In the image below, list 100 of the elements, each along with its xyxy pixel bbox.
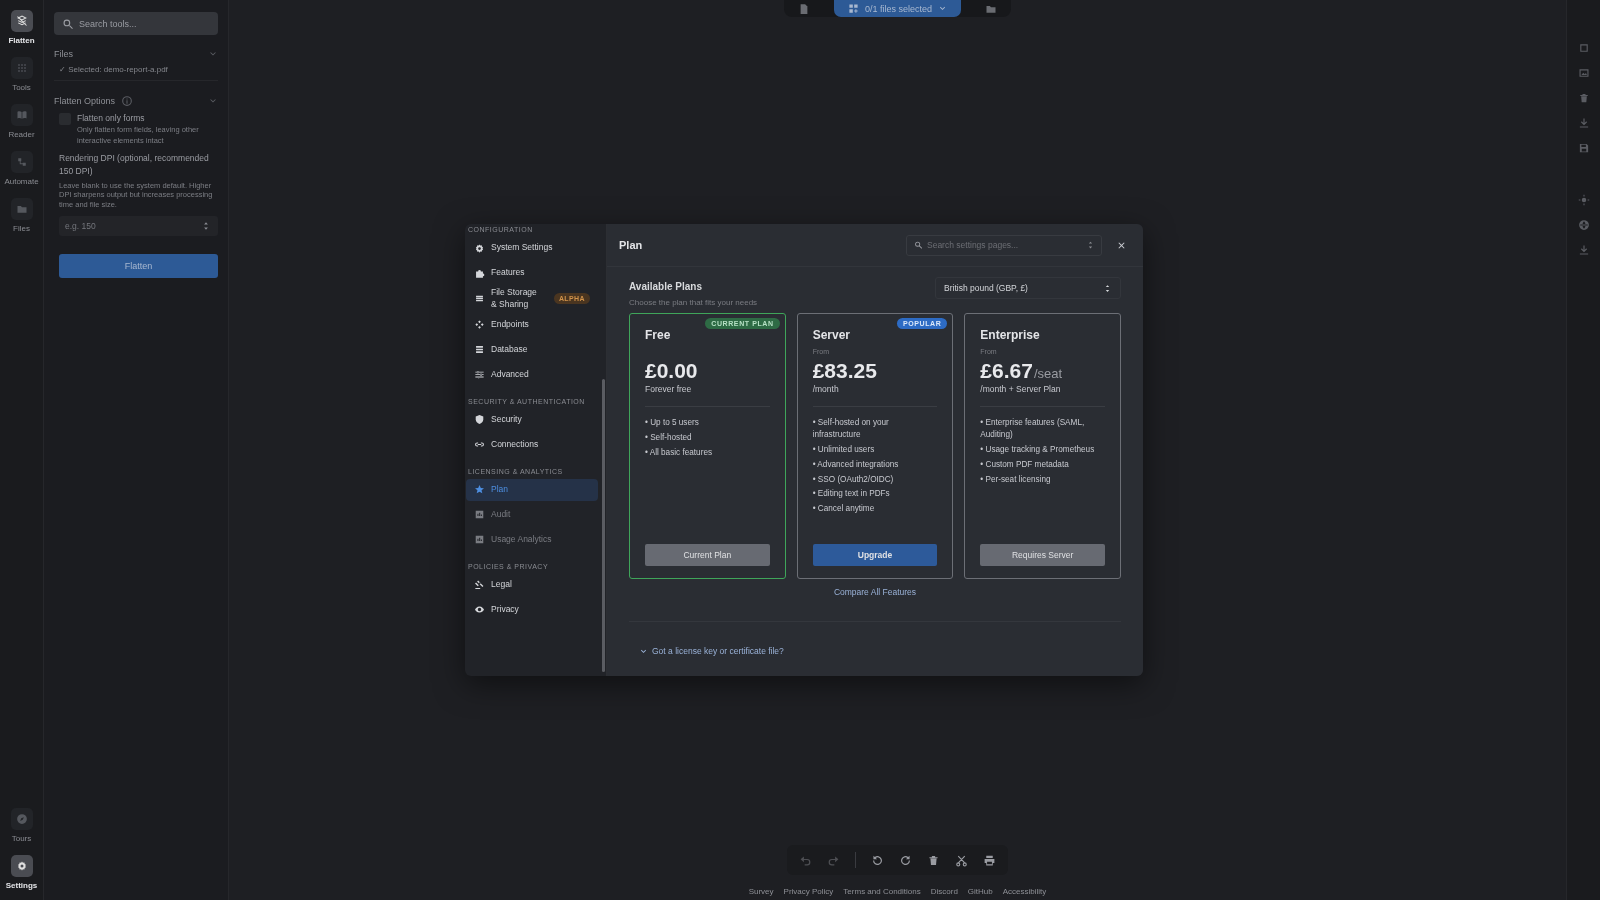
endpoints-icon <box>474 319 485 331</box>
eye-icon <box>474 604 485 616</box>
settings-nav-item[interactable]: Legal <box>466 573 598 596</box>
database-icon <box>474 344 485 356</box>
image-icon[interactable] <box>1577 67 1590 79</box>
feature-item: • Cancel anytime <box>812 503 876 516</box>
section-title: Available Plans <box>629 281 703 292</box>
puzzle-icon <box>474 267 485 279</box>
scissors-icon[interactable] <box>955 853 968 867</box>
book-icon <box>15 109 28 121</box>
rail-item[interactable]: Reader <box>0 104 44 139</box>
chart-icon <box>474 534 485 546</box>
plan-button[interactable]: Upgrade <box>812 544 938 566</box>
rail-item[interactable]: Automate <box>0 151 44 186</box>
settings-nav-item[interactable]: Endpoints <box>466 313 598 336</box>
checkbox-label: Flatten only forms <box>77 113 146 123</box>
settings-nav-item[interactable]: System Settings <box>466 237 598 259</box>
number-field[interactable]: e.g. 150 <box>59 215 218 236</box>
trash-icon[interactable] <box>927 853 940 867</box>
field-label: Rendering DPI (optional, recommended 150 DPI) <box>59 152 210 178</box>
rotate-left-icon[interactable] <box>871 853 884 867</box>
trash-icon[interactable] <box>1577 92 1590 104</box>
folder-icon <box>15 203 28 215</box>
feature-item: • SSO (OAuth2/OIDC) <box>812 473 895 486</box>
files-selected-button[interactable]: 0/1 files selected <box>833 0 961 17</box>
flatten-button[interactable]: Flatten <box>59 253 218 278</box>
feature-item: • Self-hosted <box>645 431 693 444</box>
chart-icon <box>474 509 485 521</box>
sliders-icon <box>474 369 485 381</box>
rail-item[interactable]: Files <box>0 198 44 233</box>
rail-item[interactable]: Tours <box>0 808 44 843</box>
save-icon[interactable] <box>1577 142 1590 154</box>
search-icon <box>914 240 923 250</box>
section-title: Files <box>54 49 73 59</box>
feature-item: • All basic features <box>645 446 714 459</box>
chevron-icon <box>938 4 947 13</box>
footer-link[interactable]: Accessibility <box>1002 887 1047 896</box>
printer-icon[interactable] <box>983 853 996 867</box>
settings-nav-item[interactable]: Privacy <box>466 598 598 621</box>
plan-name: Free <box>645 328 672 342</box>
compare-link[interactable]: Compare All Features <box>833 587 917 597</box>
feature-item: • Per-seat licensing <box>980 473 1052 486</box>
rail-item[interactable]: Flatten <box>0 10 44 45</box>
star-icon <box>474 484 485 496</box>
footer-link[interactable]: Terms and Conditions <box>843 887 921 896</box>
settings-nav-item[interactable]: Security <box>466 408 598 431</box>
settings-nav-item[interactable]: Plan <box>466 478 598 501</box>
updown-icon <box>1103 283 1112 293</box>
feature-item: • Self-hosted on your infrastructure <box>812 417 890 441</box>
plan-price: £83.25 <box>812 359 877 383</box>
plan-button[interactable]: Current Plan <box>645 544 770 566</box>
download-icon[interactable] <box>1577 244 1590 256</box>
grid-icon <box>15 62 28 74</box>
feature-item: • Custom PDF metadata <box>980 458 1070 471</box>
plan-price: £6.67 <box>980 359 1033 383</box>
shield-icon <box>474 414 485 426</box>
feature-item: • Unlimited users <box>812 443 876 456</box>
plan-name: Enterprise <box>980 328 1041 342</box>
gear-icon <box>474 242 485 254</box>
settings-nav-item[interactable]: Database <box>466 338 598 361</box>
currency-select[interactable]: British pound (GBP, £) <box>935 277 1121 299</box>
globe-icon[interactable] <box>1577 219 1590 231</box>
feature-item: • Up to 5 users <box>645 417 700 429</box>
info-icon[interactable] <box>121 95 134 107</box>
feature-item: • Enterprise features (SAML, Auditing) <box>980 417 1086 441</box>
updown-icon <box>1086 240 1095 250</box>
settings-nav-item[interactable]: Features <box>466 262 598 284</box>
rail-item[interactable]: Tools <box>0 57 44 92</box>
footer-link[interactable]: Privacy Policy <box>783 887 834 896</box>
gavel-icon <box>474 579 485 591</box>
section-subtitle: Choose the plan that fits your needs <box>629 298 758 307</box>
feature-item: • Usage tracking & Prometheus <box>980 443 1096 456</box>
page-title: Plan <box>619 239 643 251</box>
footer-link[interactable]: GitHub <box>967 887 993 896</box>
section-title: Flatten Options <box>54 96 116 106</box>
price-period: Forever free <box>645 384 693 394</box>
flatten-icon <box>15 15 28 27</box>
price-period: /month <box>812 384 840 394</box>
footer-link[interactable]: Survey <box>748 887 774 896</box>
footer-link[interactable]: Discord <box>930 887 958 896</box>
license-toggle[interactable]: Got a license key or certificate file? <box>639 646 1121 656</box>
sun-icon[interactable] <box>1577 194 1590 206</box>
rotate-right-icon[interactable] <box>899 853 912 867</box>
settings-nav-item[interactable]: Connections <box>466 433 598 456</box>
compass-icon <box>15 813 28 825</box>
plan-price: £0.00 <box>645 359 698 383</box>
settings-nav-item[interactable]: Advanced <box>466 363 598 386</box>
search-field[interactable]: Search tools... <box>54 12 218 35</box>
plan-name: Server <box>812 328 852 342</box>
rail-item[interactable]: Settings <box>0 855 44 890</box>
price-period: /month + Server Plan <box>980 384 1062 394</box>
download-icon[interactable] <box>1577 117 1590 129</box>
feature-item: • Editing text in PDFs <box>812 488 891 501</box>
price-unit: /seat <box>1033 366 1063 381</box>
automate-icon <box>15 156 28 168</box>
feature-item: • Advanced integrations <box>812 458 900 471</box>
search-icon <box>62 17 74 30</box>
plan-button[interactable]: Requires Server <box>980 544 1105 566</box>
settings-icon <box>15 860 28 872</box>
selected-file: ✓ Selected: demo-report-a.pdf <box>58 65 169 74</box>
